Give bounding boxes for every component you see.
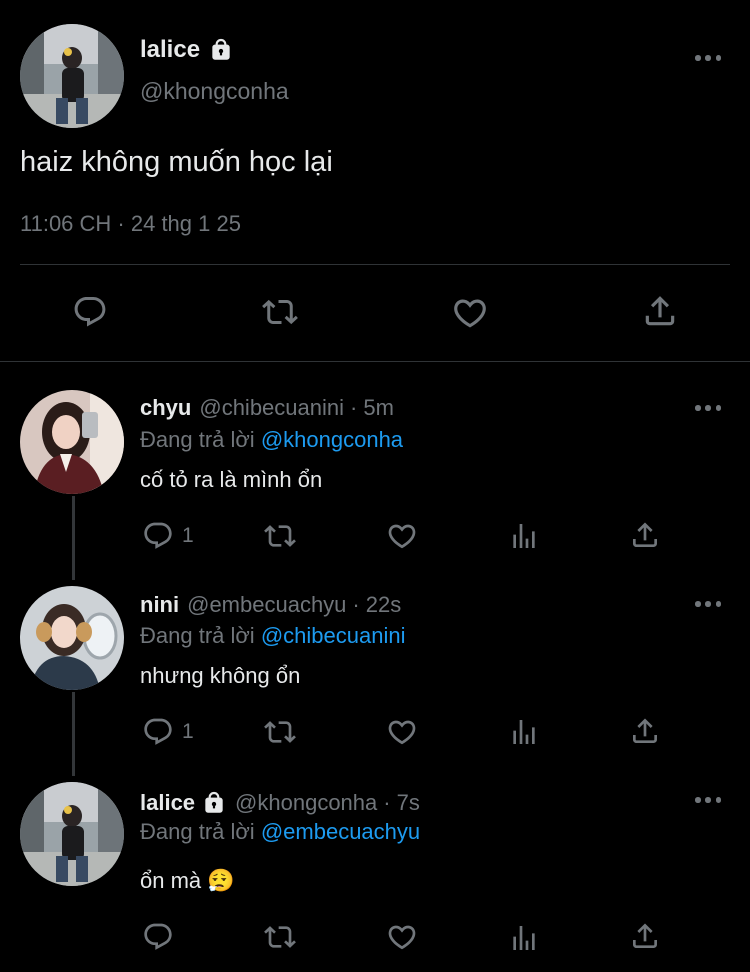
share-button[interactable] <box>629 519 661 551</box>
views-icon <box>508 922 540 954</box>
divider <box>0 361 750 362</box>
like-icon <box>385 520 419 552</box>
avatar-nini[interactable] <box>20 586 124 690</box>
tweet-text: haiz không muốn học lại <box>20 146 333 178</box>
separator-dot: · <box>352 592 360 617</box>
more-icon[interactable] <box>695 403 721 413</box>
share-button[interactable] <box>629 920 661 952</box>
reply-header: chyu @chibecuanini · 5m <box>140 395 394 421</box>
avatar-lalice[interactable] <box>20 782 124 886</box>
retweet-icon <box>262 716 298 748</box>
reply-button[interactable]: 1 <box>142 520 194 552</box>
replying-to: Đang trả lời @chibecuanini <box>140 623 405 649</box>
reply-button[interactable] <box>72 294 108 330</box>
replying-to-label: Đang trả lời <box>140 427 255 452</box>
reply-icon <box>142 921 174 953</box>
like-button[interactable] <box>385 921 419 953</box>
reply-author-handle[interactable]: @chibecuanini <box>199 395 344 421</box>
reply-button[interactable]: 1 <box>142 716 194 748</box>
reply-author-name[interactable]: lalice <box>140 790 195 816</box>
like-button[interactable] <box>385 520 419 552</box>
reply-text: cố tỏ ra là mình ổn <box>140 467 323 492</box>
like-button[interactable] <box>385 716 419 748</box>
author-name-text[interactable]: lalice <box>140 36 200 64</box>
replying-to-label: Đang trả lời <box>140 819 255 844</box>
views-icon <box>508 520 540 552</box>
separator-dot: · <box>383 790 391 815</box>
reply-text-content: ổn mà <box>140 868 202 893</box>
thread-line <box>72 692 75 776</box>
retweet-icon <box>259 294 301 330</box>
views-icon <box>508 716 540 748</box>
share-icon <box>641 292 679 330</box>
views-button[interactable] <box>508 520 540 552</box>
more-icon[interactable] <box>695 599 721 609</box>
reply-text: ổn mà 😮‍💨 <box>140 868 235 894</box>
avatar-lalice[interactable] <box>20 24 124 128</box>
thread-line <box>72 496 75 580</box>
reply-header: lalice @khongconha · 7s <box>140 790 420 816</box>
tweet-timestamp[interactable]: 11:06 CH · 24 thg 1 25 <box>20 211 241 237</box>
share-button[interactable] <box>641 292 679 330</box>
reply-author-handle[interactable]: @khongconha <box>235 790 377 816</box>
retweet-button[interactable] <box>259 294 301 330</box>
reply-count: 1 <box>182 524 194 547</box>
like-button[interactable] <box>450 294 490 332</box>
replying-to-label: Đang trả lời <box>140 623 255 648</box>
reply-count: 1 <box>182 720 194 743</box>
retweet-button[interactable] <box>262 921 298 953</box>
reply-text: nhưng không ổn <box>140 663 301 688</box>
share-icon <box>629 920 661 952</box>
views-button[interactable] <box>508 716 540 748</box>
lock-icon <box>201 790 227 816</box>
retweet-icon <box>262 520 298 552</box>
separator-dot: · <box>350 395 358 420</box>
author-handle[interactable]: @khongconha <box>140 78 289 105</box>
reply-header: nini @embecuachyu · 22s <box>140 592 401 618</box>
views-button[interactable] <box>508 922 540 954</box>
share-icon <box>629 519 661 551</box>
like-icon <box>385 921 419 953</box>
avatar-chyu[interactable] <box>20 390 124 494</box>
mention-link[interactable]: @chibecuanini <box>261 623 406 648</box>
reply-button[interactable] <box>142 921 174 953</box>
like-icon <box>385 716 419 748</box>
reply-time[interactable]: 22s <box>366 592 401 618</box>
mention-link[interactable]: @embecuachyu <box>261 819 420 844</box>
like-icon <box>450 294 490 332</box>
retweet-icon <box>262 921 298 953</box>
reply-author-name[interactable]: chyu <box>140 395 191 421</box>
more-icon[interactable] <box>695 53 721 63</box>
reply-time[interactable]: 5m <box>363 395 394 421</box>
reply-icon <box>72 294 108 330</box>
mention-link[interactable]: @khongconha <box>261 427 403 452</box>
exhale-emoji: 😮‍💨 <box>207 868 235 893</box>
replying-to: Đang trả lời @khongconha <box>140 427 403 453</box>
share-icon <box>629 715 661 747</box>
reply-time[interactable]: 7s <box>397 790 420 816</box>
replying-to: Đang trả lời @embecuachyu <box>140 819 420 845</box>
share-button[interactable] <box>629 715 661 747</box>
more-icon[interactable] <box>695 795 721 805</box>
author-name[interactable]: lalice <box>140 36 234 64</box>
retweet-button[interactable] <box>262 716 298 748</box>
reply-author-handle[interactable]: @embecuachyu <box>187 592 346 618</box>
reply-icon <box>142 716 174 748</box>
divider <box>20 264 730 265</box>
retweet-button[interactable] <box>262 520 298 552</box>
reply-icon <box>142 520 174 552</box>
lock-icon <box>208 37 234 63</box>
reply-author-name[interactable]: nini <box>140 592 179 618</box>
